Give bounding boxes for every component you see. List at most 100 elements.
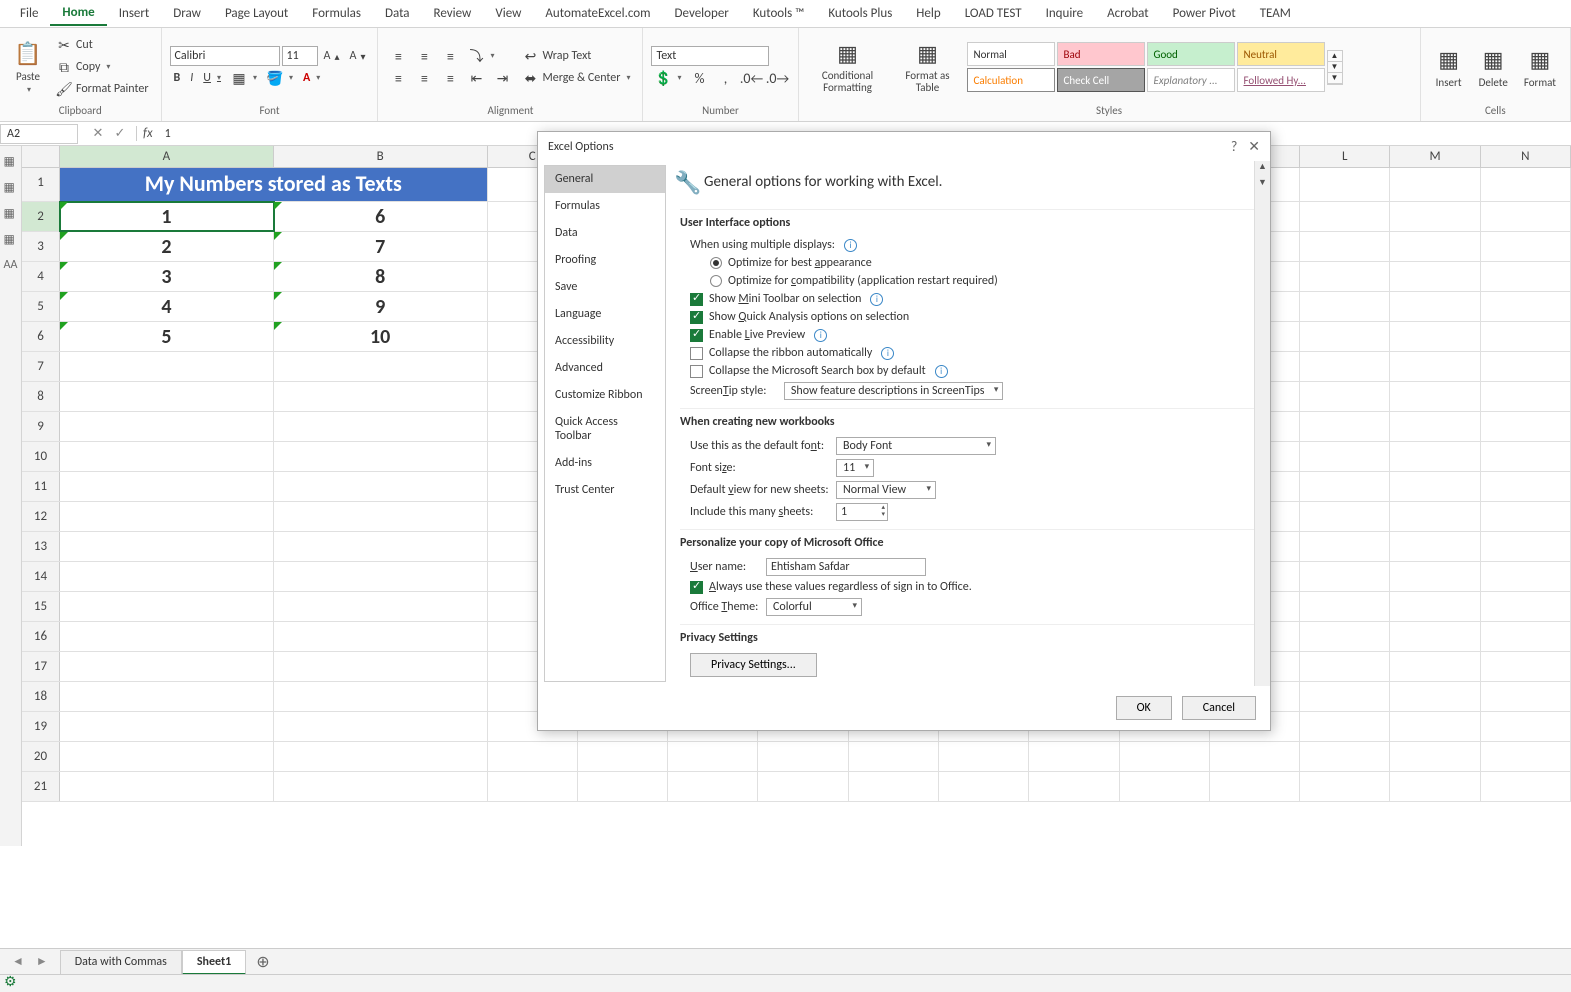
copy-button[interactable]: ⧉Copy▾ (52, 57, 153, 77)
cell-M11[interactable] (1390, 472, 1480, 501)
cell-A19[interactable] (60, 712, 274, 741)
cell-B17[interactable] (274, 652, 488, 681)
default-font-combo[interactable]: Body Font (836, 437, 996, 455)
tab-review[interactable]: Review (422, 2, 484, 25)
cell-N12[interactable] (1481, 502, 1571, 531)
dialog-nav-advanced[interactable]: Advanced (545, 355, 665, 382)
row-header-16[interactable]: 16 (22, 622, 60, 651)
format-cells-button[interactable]: ▦Format (1518, 32, 1562, 102)
cell-A21[interactable] (60, 772, 274, 801)
cell-N20[interactable] (1481, 742, 1571, 771)
cell-B20[interactable] (274, 742, 488, 771)
cell-L1[interactable] (1300, 168, 1390, 201)
cell-L12[interactable] (1300, 502, 1390, 531)
percent-button[interactable]: % (688, 68, 712, 88)
cell-A15[interactable] (60, 592, 274, 621)
bold-button[interactable]: B (170, 69, 185, 87)
cell-N6[interactable] (1481, 322, 1571, 351)
tab-power-pivot[interactable]: Power Pivot (1161, 2, 1248, 25)
info-icon[interactable]: i (881, 347, 894, 360)
cell-A1[interactable]: My Numbers stored as Texts (60, 168, 488, 201)
cell-A5[interactable]: 4 (60, 292, 274, 321)
cell-L6[interactable] (1300, 322, 1390, 351)
cell-B2[interactable]: 6 (274, 202, 488, 231)
styles-more-button[interactable]: ▼ (1328, 73, 1342, 84)
col-header-A[interactable]: A (60, 146, 274, 167)
cell-A17[interactable] (60, 652, 274, 681)
tab-acrobat[interactable]: Acrobat (1095, 2, 1161, 25)
style-bad[interactable]: Bad (1057, 42, 1145, 66)
cell-L20[interactable] (1300, 742, 1390, 771)
cell-E21[interactable] (668, 772, 758, 801)
cell-B21[interactable] (274, 772, 488, 801)
office-theme-combo[interactable]: Colorful (766, 598, 862, 616)
cell-N3[interactable] (1481, 232, 1571, 261)
chk-collapse-ribbon[interactable] (690, 347, 703, 360)
insert-cells-button[interactable]: ▦Insert (1429, 32, 1469, 102)
cell-M18[interactable] (1390, 682, 1480, 711)
cell-N7[interactable] (1481, 352, 1571, 381)
row-header-11[interactable]: 11 (22, 472, 60, 501)
cell-A16[interactable] (60, 622, 274, 651)
orientation-button[interactable]: ⤵▾ (464, 46, 498, 66)
styles-up-button[interactable]: ▲ (1328, 51, 1342, 62)
cell-N16[interactable] (1481, 622, 1571, 651)
dialog-nav-proofing[interactable]: Proofing (545, 247, 665, 274)
cell-N5[interactable] (1481, 292, 1571, 321)
gear-icon[interactable]: ⚙ (4, 973, 17, 990)
dialog-close-button[interactable]: ✕ (1248, 138, 1260, 155)
style-explanatory-[interactable]: Explanatory ... (1147, 68, 1235, 92)
cell-M1[interactable] (1390, 168, 1480, 201)
cell-N9[interactable] (1481, 412, 1571, 441)
cell-L21[interactable] (1300, 772, 1390, 801)
increase-indent-button[interactable]: ⇥ (490, 68, 514, 88)
cell-B18[interactable] (274, 682, 488, 711)
cell-B15[interactable] (274, 592, 488, 621)
cell-M14[interactable] (1390, 562, 1480, 591)
sheet-nav-prev[interactable]: ► (32, 952, 52, 971)
cell-J21[interactable] (1120, 772, 1210, 801)
default-view-combo[interactable]: Normal View (836, 481, 936, 499)
cell-N13[interactable] (1481, 532, 1571, 561)
format-as-table-button[interactable]: ▦ Format as Table (893, 32, 963, 102)
cell-H21[interactable] (939, 772, 1029, 801)
cell-A12[interactable] (60, 502, 274, 531)
cell-L4[interactable] (1300, 262, 1390, 291)
tab-view[interactable]: View (483, 2, 533, 25)
tab-kutools-[interactable]: Kutools ™ (741, 2, 817, 25)
row-header-10[interactable]: 10 (22, 442, 60, 471)
cell-B13[interactable] (274, 532, 488, 561)
cell-A20[interactable] (60, 742, 274, 771)
screentip-combo[interactable]: Show feature descriptions in ScreenTips (784, 382, 1004, 400)
tab-kutools-plus[interactable]: Kutools Plus (816, 2, 904, 25)
cell-M9[interactable] (1390, 412, 1480, 441)
cell-N2[interactable] (1481, 202, 1571, 231)
cell-B12[interactable] (274, 502, 488, 531)
align-left-button[interactable]: ≡ (386, 68, 410, 88)
row-header-14[interactable]: 14 (22, 562, 60, 591)
cell-N4[interactable] (1481, 262, 1571, 291)
dialog-nav-data[interactable]: Data (545, 220, 665, 247)
gutter-icon-4[interactable]: ▦ (4, 232, 18, 246)
cell-F20[interactable] (758, 742, 848, 771)
chk-quick-analysis[interactable] (690, 311, 703, 324)
cell-N11[interactable] (1481, 472, 1571, 501)
row-header-17[interactable]: 17 (22, 652, 60, 681)
tab-draw[interactable]: Draw (161, 2, 213, 25)
cell-H20[interactable] (939, 742, 1029, 771)
cell-M12[interactable] (1390, 502, 1480, 531)
info-icon[interactable]: i (814, 329, 827, 342)
cell-A18[interactable] (60, 682, 274, 711)
row-header-18[interactable]: 18 (22, 682, 60, 711)
font-size-dialog-combo[interactable]: 11 (836, 459, 874, 477)
cell-B7[interactable] (274, 352, 488, 381)
cell-L13[interactable] (1300, 532, 1390, 561)
cell-N15[interactable] (1481, 592, 1571, 621)
cell-N14[interactable] (1481, 562, 1571, 591)
radio-best-appearance[interactable] (710, 257, 722, 269)
radio-compatibility[interactable] (710, 275, 722, 287)
tab-file[interactable]: File (8, 2, 50, 25)
currency-button[interactable]: 💲▾ (651, 68, 685, 88)
dialog-nav-language[interactable]: Language (545, 301, 665, 328)
col-header-L[interactable]: L (1300, 146, 1390, 167)
